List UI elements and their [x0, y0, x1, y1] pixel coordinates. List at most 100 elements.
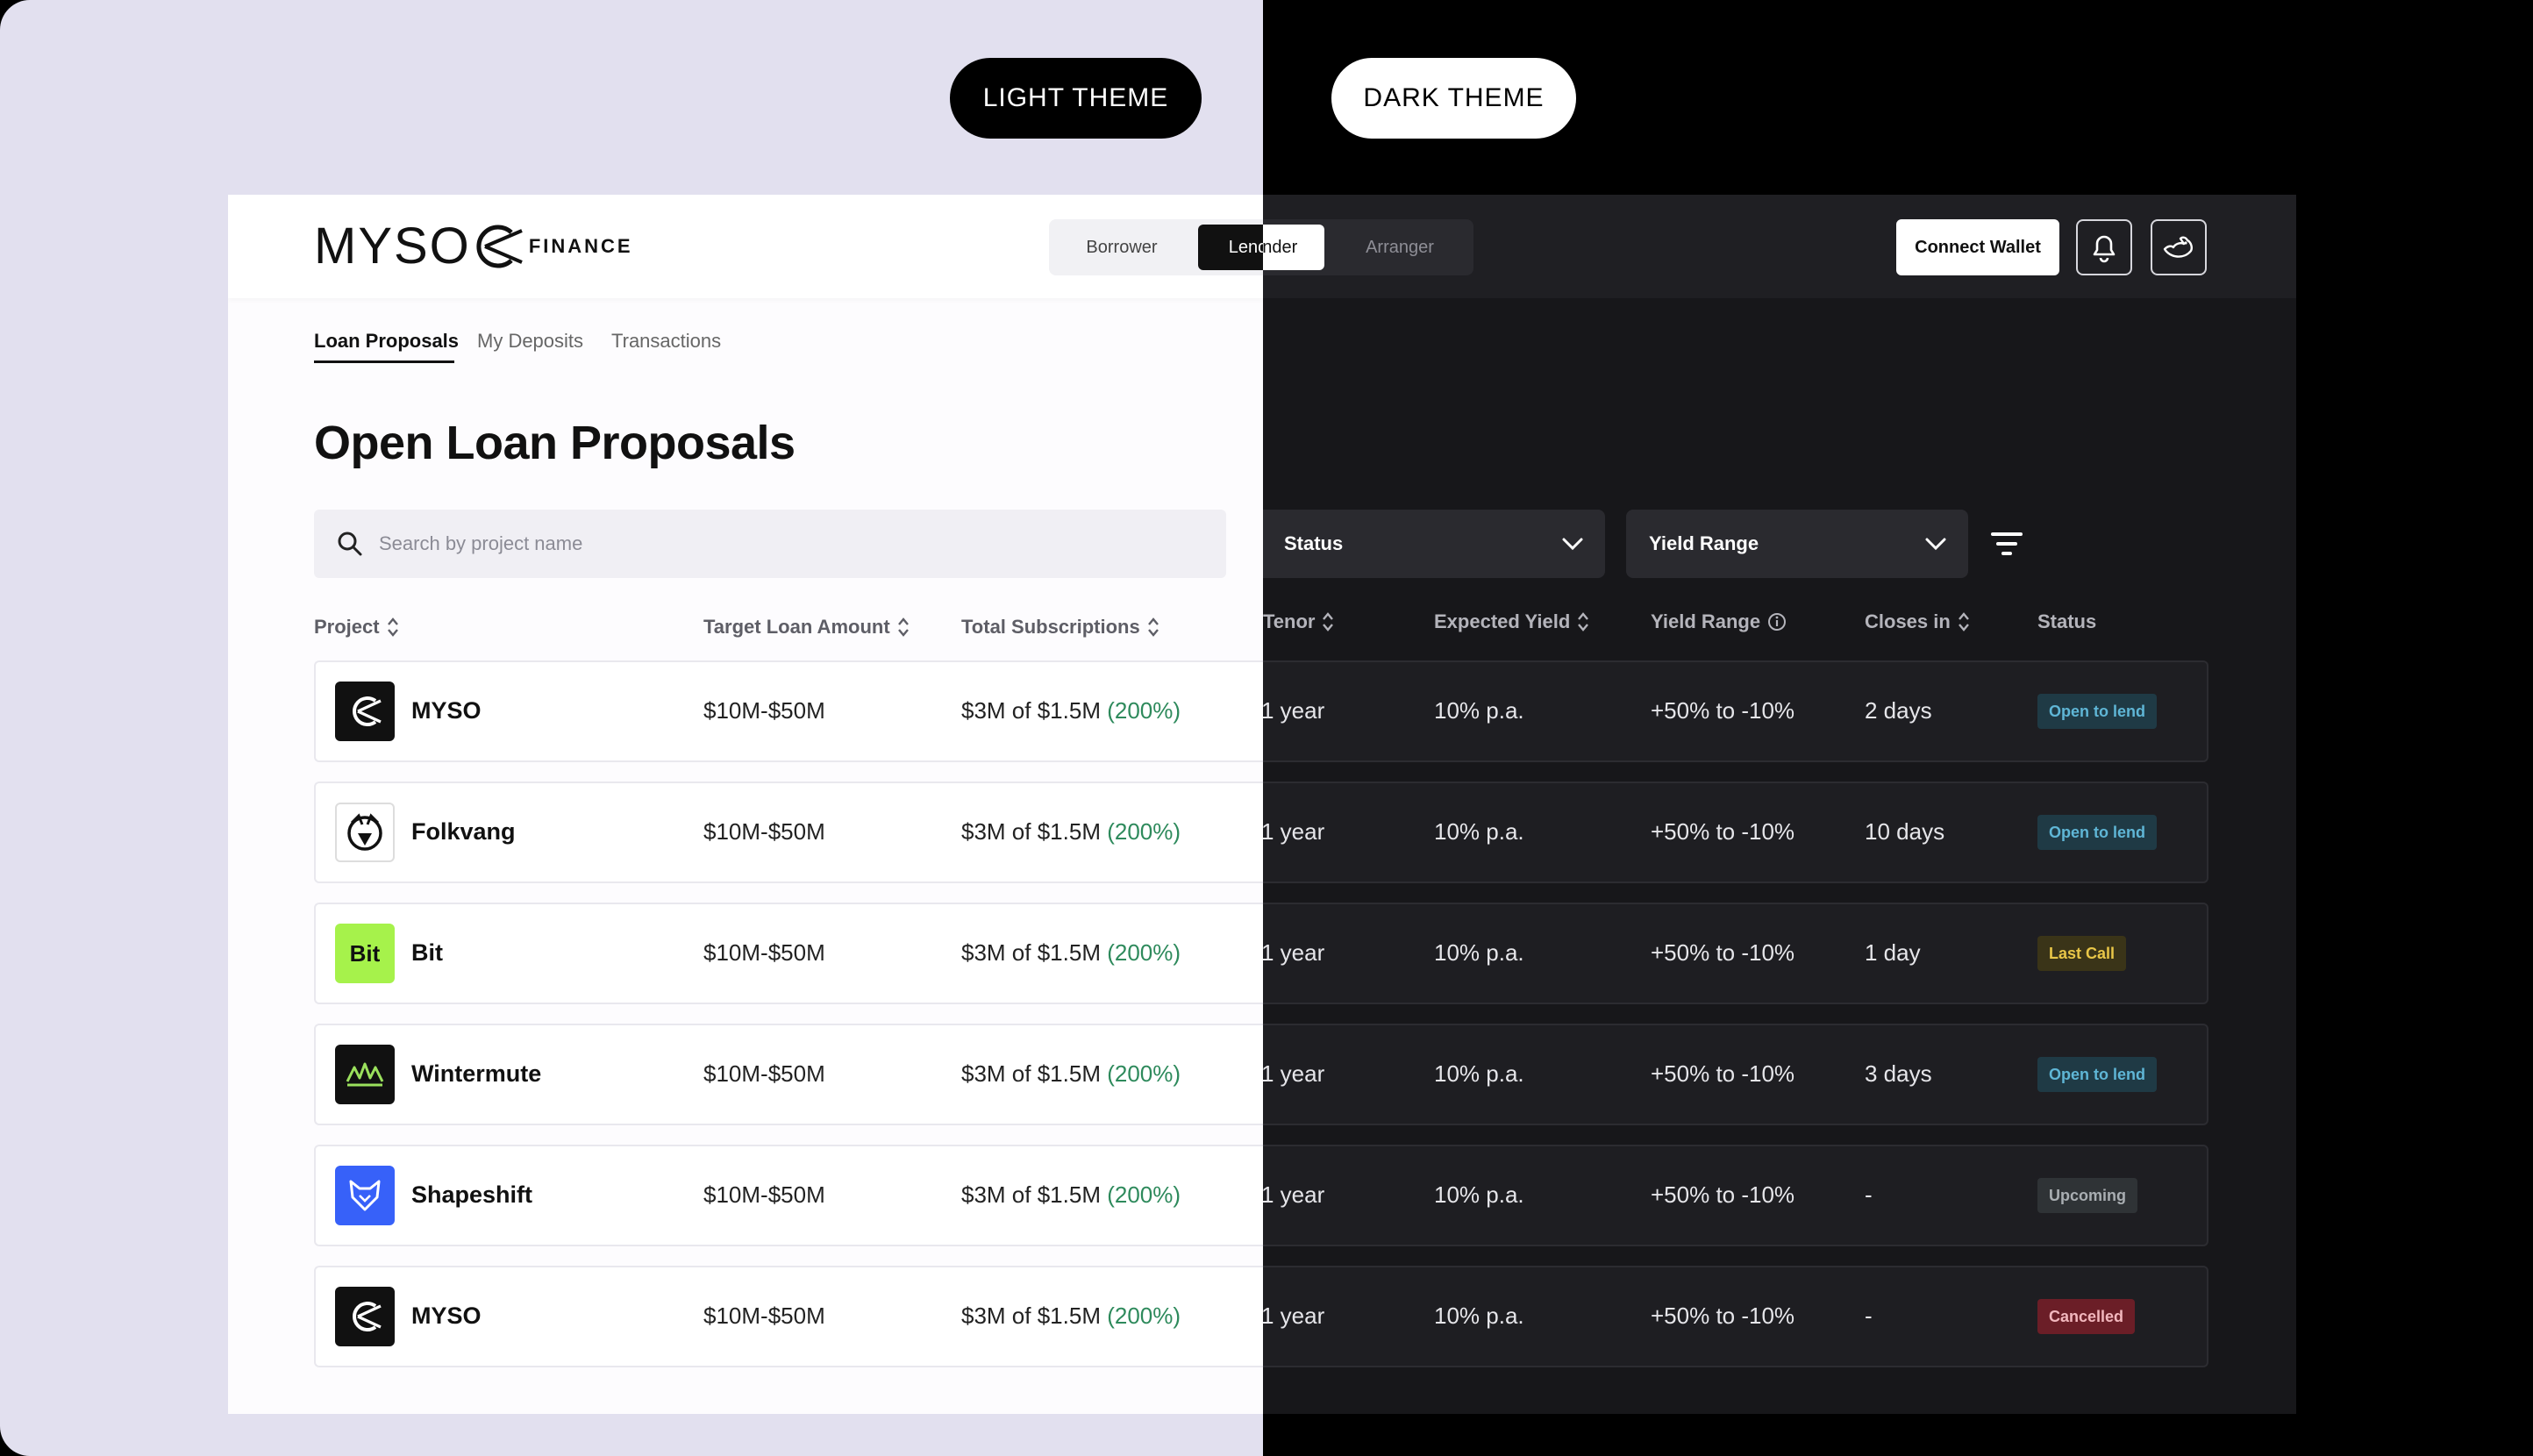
- filter-icon[interactable]: [1989, 527, 2024, 560]
- tenor: 1 year: [1261, 697, 1325, 724]
- closes-in: 1 day: [1865, 939, 1921, 966]
- closes-in: 2 days: [1865, 697, 1932, 724]
- closes-in: 3 days: [1865, 1060, 1932, 1087]
- search-icon: [338, 532, 362, 556]
- yield-range-filter-dropdown[interactable]: Yield Range: [1626, 510, 1968, 578]
- connect-wallet-button[interactable]: Connect Wallet: [1896, 219, 2059, 275]
- total-subscriptions: $3M of $1.5M (200%): [961, 1303, 1181, 1330]
- dark-theme-pill[interactable]: DARK THEME: [1331, 58, 1576, 139]
- yield-range: +50% to -10%: [1651, 939, 1795, 966]
- search-input[interactable]: Search by project name: [379, 532, 582, 555]
- role-lender-dark[interactable]: Lender: [1263, 225, 1324, 270]
- subscriptions-amount: $3M of $1.5M: [961, 697, 1108, 724]
- project-name[interactable]: Shapeshift: [411, 1181, 532, 1209]
- sort-icon: [1323, 612, 1334, 632]
- myso-logo[interactable]: MYSO FINANCE: [314, 221, 633, 272]
- sort-icon: [1958, 612, 1969, 632]
- total-subscriptions: $3M of $1.5M (200%): [961, 1060, 1181, 1088]
- yield-range: +50% to -10%: [1651, 818, 1795, 845]
- subscriptions-percent: (200%): [1107, 1303, 1181, 1329]
- column-header-project[interactable]: Project: [314, 616, 399, 639]
- status-badge: Cancelled: [2037, 1299, 2136, 1334]
- column-header-target-loan-amount[interactable]: Target Loan Amount: [703, 616, 910, 639]
- role-switch: Borrower Lender Lender Arranger: [1049, 219, 1473, 275]
- active-tab-underline: [314, 360, 454, 363]
- column-header-label: Closes in: [1865, 610, 1951, 632]
- tenor: 1 year: [1261, 939, 1325, 966]
- subscriptions-amount: $3M of $1.5M: [961, 1060, 1108, 1087]
- profile-avatar-button[interactable]: [2151, 219, 2207, 275]
- tab-loan-proposals[interactable]: Loan Proposals: [314, 330, 459, 353]
- fox-logo-icon: [349, 1180, 381, 1211]
- tenor: 1 year: [1261, 1060, 1325, 1087]
- column-header-tenor[interactable]: Tenor: [1263, 610, 1334, 633]
- info-icon[interactable]: [1767, 612, 1787, 632]
- folkvang-logo-icon: [347, 813, 382, 851]
- column-header-yield-range[interactable]: Yield Range: [1651, 610, 1787, 633]
- sort-icon: [897, 617, 909, 637]
- status-filter-dropdown[interactable]: Status: [1263, 510, 1605, 578]
- closes-in: 10 days: [1865, 818, 1945, 845]
- sort-icon: [1147, 617, 1159, 637]
- expected-yield: 10% p.a.: [1434, 697, 1524, 724]
- logo-finance-label: FINANCE: [528, 235, 633, 257]
- project-name[interactable]: MYSO: [411, 697, 482, 724]
- tab-my-deposits[interactable]: My Deposits: [477, 330, 583, 353]
- tenor: 1 year: [1261, 1303, 1325, 1329]
- total-subscriptions: $3M of $1.5M (200%): [961, 697, 1181, 724]
- yield-range: +50% to -10%: [1651, 1181, 1795, 1208]
- tenor: 1 year: [1261, 818, 1325, 845]
- search-field[interactable]: Search by project name: [314, 510, 1226, 578]
- expected-yield: 10% p.a.: [1434, 939, 1524, 966]
- sort-icon: [387, 617, 398, 637]
- column-header-total-subscriptions[interactable]: Total Subscriptions: [961, 616, 1159, 639]
- myso-logo-icon: [353, 1302, 382, 1331]
- column-header-label: Expected Yield: [1434, 610, 1571, 632]
- role-lender-label-dark: Lender: [1263, 237, 1298, 257]
- column-header-label: Target Loan Amount: [703, 616, 890, 638]
- status-badge: Open to lend: [2037, 694, 2157, 729]
- column-header-label: Project: [314, 616, 380, 638]
- status-badge: Last Call: [2037, 936, 2127, 971]
- yield-range: +50% to -10%: [1651, 1303, 1795, 1329]
- logo-wordmark: MYSO: [314, 218, 471, 275]
- notifications-button[interactable]: [2076, 219, 2132, 275]
- subscriptions-amount: $3M of $1.5M: [961, 1303, 1108, 1329]
- bell-icon: [2093, 235, 2116, 263]
- expected-yield: 10% p.a.: [1434, 1060, 1524, 1087]
- yield-filter-label: Yield Range: [1649, 532, 1759, 554]
- role-lender[interactable]: Lender: [1198, 225, 1263, 270]
- light-theme-pill[interactable]: LIGHT THEME: [950, 58, 1202, 139]
- subscriptions-percent: (200%): [1107, 1060, 1181, 1087]
- project-name[interactable]: Bit: [411, 939, 443, 967]
- target-loan-amount: $10M-$50M: [703, 697, 825, 724]
- sort-icon: [1578, 612, 1589, 632]
- bird-avatar-icon: [2163, 236, 2193, 258]
- column-header-label: Status: [2037, 610, 2097, 632]
- myso-project-logo: [335, 1287, 395, 1346]
- total-subscriptions: $3M of $1.5M (200%): [961, 818, 1181, 846]
- project-name[interactable]: Folkvang: [411, 818, 516, 846]
- target-loan-amount: $10M-$50M: [703, 1060, 825, 1087]
- column-header-closes-in[interactable]: Closes in: [1865, 610, 1970, 633]
- yield-range: +50% to -10%: [1651, 697, 1795, 724]
- total-subscriptions: $3M of $1.5M (200%): [961, 939, 1181, 967]
- chevron-down-icon: [1925, 538, 1946, 551]
- target-loan-amount: $10M-$50M: [703, 1303, 825, 1329]
- target-loan-amount: $10M-$50M: [703, 939, 825, 966]
- target-loan-amount: $10M-$50M: [703, 818, 825, 845]
- closes-in: -: [1865, 1303, 1873, 1329]
- expected-yield: 10% p.a.: [1434, 1181, 1524, 1208]
- subscriptions-amount: $3M of $1.5M: [961, 1181, 1108, 1208]
- role-arranger[interactable]: Arranger: [1330, 225, 1470, 270]
- yield-range: +50% to -10%: [1651, 1060, 1795, 1087]
- role-lender-label: Lender: [1228, 237, 1263, 257]
- subscriptions-amount: $3M of $1.5M: [961, 818, 1108, 845]
- project-name[interactable]: MYSO: [411, 1303, 482, 1330]
- column-header-label: Yield Range: [1651, 610, 1761, 632]
- project-name[interactable]: Wintermute: [411, 1060, 541, 1088]
- column-header-expected-yield[interactable]: Expected Yield: [1434, 610, 1589, 633]
- subscriptions-percent: (200%): [1107, 1181, 1181, 1208]
- role-borrower[interactable]: Borrower: [1056, 225, 1188, 270]
- tab-transactions[interactable]: Transactions: [611, 330, 721, 353]
